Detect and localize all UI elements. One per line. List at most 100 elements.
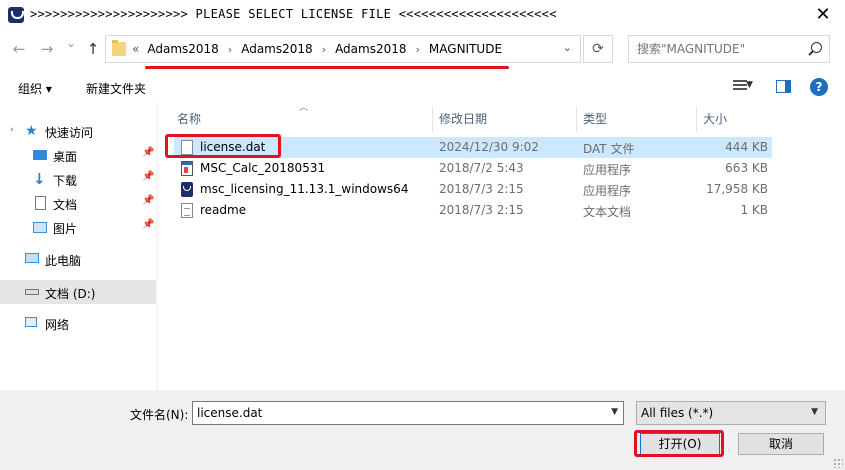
organize-menu-button[interactable]: 组织 ▾ [18, 80, 52, 97]
file-type-filter-select[interactable]: All files (*.*) ▼ [636, 401, 826, 425]
file-date: 2018/7/3 2:15 [439, 182, 524, 196]
license-file-highlight-box [165, 134, 281, 158]
help-icon[interactable]: ? [810, 78, 828, 96]
sidebar-item-network[interactable]: 网络 [0, 312, 156, 334]
column-header-name[interactable]: 名称 [177, 110, 201, 127]
msc-app-icon [181, 182, 193, 197]
recent-locations-chevron-icon[interactable]: ⌄ [62, 36, 80, 50]
view-options-icon[interactable] [733, 80, 747, 92]
document-icon [35, 196, 46, 210]
breadcrumb: « Adams2018 › Adams2018 › Adams2018 › MA… [132, 42, 502, 56]
file-name: MSC_Calc_20180531 [200, 161, 326, 175]
address-bar[interactable]: « Adams2018 › Adams2018 › Adams2018 › MA… [105, 35, 581, 63]
chevron-down-icon[interactable]: ⌄ [563, 41, 572, 54]
address-highlight-underline [145, 66, 509, 69]
text-file-icon [181, 203, 193, 218]
search-box[interactable] [628, 35, 830, 63]
column-divider[interactable] [576, 106, 577, 132]
column-divider[interactable] [696, 106, 697, 132]
up-arrow-icon[interactable]: ↑ [84, 40, 102, 58]
chevron-right-icon[interactable]: › [322, 43, 326, 56]
chevron-down-icon[interactable]: ▼ [811, 407, 818, 417]
column-header-type[interactable]: 类型 [583, 110, 607, 127]
sidebar-item-drive-d[interactable]: 文档 (D:) [0, 280, 156, 304]
filename-value[interactable]: license.dat [197, 406, 262, 420]
column-header-date[interactable]: 修改日期 [439, 110, 487, 127]
file-type: DAT 文件 [583, 142, 635, 156]
sort-ascending-icon: ︿ [299, 103, 309, 113]
chevron-down-icon[interactable]: ▼ [611, 407, 618, 417]
file-name: msc_licensing_11.13.1_windows64 [200, 182, 409, 196]
sidebar-item-label: 此电脑 [45, 254, 82, 268]
computer-icon [25, 253, 39, 263]
column-header-size[interactable]: 大小 [703, 110, 727, 127]
file-date: 2018/7/2 5:43 [439, 161, 524, 175]
sidebar-item-this-pc[interactable]: 此电脑 [0, 248, 156, 270]
pin-icon: 📌 [142, 219, 155, 230]
file-size: 1 KB [740, 203, 768, 217]
sidebar-item-label: 文档 [53, 198, 78, 212]
breadcrumb-item[interactable]: Adams2018 [147, 42, 218, 56]
sidebar-item-label: 网络 [45, 318, 70, 332]
network-icon [25, 317, 37, 327]
download-icon: ↓ [33, 170, 46, 188]
desktop-icon [33, 150, 47, 160]
breadcrumb-overflow-icon[interactable]: « [132, 42, 139, 56]
star-icon: ★ [25, 123, 38, 139]
file-type: 应用程序 [583, 184, 632, 198]
chevron-down-icon[interactable]: ▼ [746, 80, 753, 90]
chevron-right-icon[interactable]: › [228, 43, 232, 56]
window-title: >>>>>>>>>>>>>>>>>>>>> PLEASE SELECT LICE… [30, 7, 557, 21]
sidebar-item-label: 下载 [53, 174, 78, 188]
file-type: 应用程序 [583, 163, 632, 177]
breadcrumb-item[interactable]: Adams2018 [241, 42, 312, 56]
cancel-button[interactable]: 取消 [738, 433, 824, 455]
navigation-pane: › ★ 快速访问 桌面 📌 ↓ 下载 📌 文档 📌 图片 📌 此电脑 文档 (D… [0, 110, 156, 390]
sidebar-item-label: 文档 (D:) [45, 287, 96, 301]
title-bar: >>>>>>>>>>>>>>>>>>>>> PLEASE SELECT LICE… [0, 0, 845, 30]
back-arrow-icon[interactable]: ← [10, 40, 28, 58]
folder-icon [112, 40, 126, 56]
sidebar-item-documents[interactable]: 文档 📌 [0, 192, 156, 214]
sidebar-item-desktop[interactable]: 桌面 📌 [0, 144, 156, 166]
file-row-readme[interactable]: readme 2018/7/3 2:15 文本文档 1 KB [174, 200, 772, 221]
resize-grip-icon[interactable] [833, 458, 843, 468]
file-row-msc-licensing[interactable]: msc_licensing_11.13.1_windows64 2018/7/3… [174, 179, 772, 200]
chevron-right-icon[interactable]: › [416, 43, 420, 56]
breadcrumb-item[interactable]: Adams2018 [335, 42, 406, 56]
search-input[interactable] [637, 42, 802, 56]
filename-label: 文件名(N): [130, 408, 189, 422]
search-icon[interactable] [811, 42, 822, 53]
pin-icon: 📌 [142, 195, 155, 206]
file-size: 444 KB [725, 140, 768, 154]
open-button-highlight-box [634, 430, 724, 457]
sidebar-item-pictures[interactable]: 图片 📌 [0, 216, 156, 238]
file-size: 663 KB [725, 161, 768, 175]
file-type: 文本文档 [583, 205, 632, 219]
file-name: readme [200, 203, 247, 217]
forward-arrow-icon[interactable]: → [38, 40, 56, 58]
column-divider[interactable] [432, 106, 433, 132]
preview-pane-icon[interactable] [776, 80, 791, 93]
sidebar-item-label: 快速访问 [45, 126, 94, 140]
msc-app-icon [8, 7, 24, 23]
file-size: 17,958 KB [706, 182, 768, 196]
refresh-button[interactable]: ⟳ [583, 35, 613, 63]
exe-file-icon [181, 161, 193, 176]
close-button[interactable]: ✕ [811, 4, 835, 25]
drive-icon [25, 289, 39, 295]
filter-value: All files (*.*) [641, 406, 714, 420]
sidebar-item-quick-access[interactable]: › ★ 快速访问 [0, 120, 156, 142]
sidebar-item-downloads[interactable]: ↓ 下载 📌 [0, 168, 156, 190]
breadcrumb-item[interactable]: MAGNITUDE [429, 42, 502, 56]
filename-field[interactable]: license.dat ▼ [192, 401, 624, 425]
chevron-right-icon[interactable]: › [10, 125, 14, 135]
pin-icon: 📌 [142, 171, 155, 182]
sidebar-item-label: 桌面 [53, 150, 78, 164]
toolbar: 组织 ▾ 新建文件夹 ▼ ? [0, 74, 845, 102]
sidebar-item-label: 图片 [53, 222, 78, 236]
file-row-msc-calc[interactable]: MSC_Calc_20180531 2018/7/2 5:43 应用程序 663… [174, 158, 772, 179]
pictures-icon [33, 222, 47, 233]
file-date: 2018/7/3 2:15 [439, 203, 524, 217]
new-folder-button[interactable]: 新建文件夹 [86, 80, 146, 97]
